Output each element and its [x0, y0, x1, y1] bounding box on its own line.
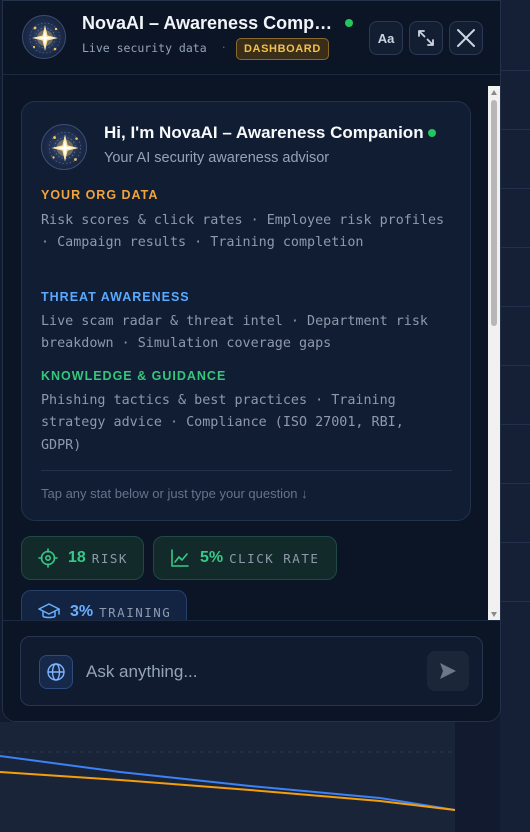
- click-rate-stat-chip[interactable]: 5% CLICK RATE: [153, 536, 337, 580]
- graduation-cap-icon: [38, 603, 60, 619]
- header-separator: ·: [222, 41, 226, 54]
- risk-value: 18: [68, 549, 86, 566]
- ask-input[interactable]: [86, 655, 416, 689]
- click-rate-value: 5%: [200, 549, 224, 566]
- welcome-subtitle: Your AI security awareness advisor: [104, 150, 330, 166]
- training-value: 3%: [70, 603, 94, 620]
- online-status-dot: [428, 129, 436, 137]
- chat-input-area: [3, 620, 500, 721]
- welcome-title: Hi, I'm NovaAI – Awareness Companion: [104, 123, 424, 142]
- font-size-button[interactable]: Aa: [369, 21, 403, 55]
- globe-icon: [47, 663, 65, 681]
- novaai-avatar: [41, 124, 87, 170]
- training-stat-chip[interactable]: 3% TRAINING: [21, 590, 187, 620]
- risk-stat-chip[interactable]: 18 RISK: [21, 536, 144, 580]
- close-icon: [457, 29, 475, 47]
- scrollbar[interactable]: [488, 86, 500, 621]
- scrollbar-thumb[interactable]: [491, 100, 497, 326]
- chat-panel: NovaAI – Awareness Companion Live securi…: [2, 0, 501, 722]
- font-size-label: Aa: [377, 30, 395, 46]
- training-label: TRAINING: [99, 604, 172, 620]
- send-icon: [440, 663, 456, 679]
- click-rate-label: CLICK RATE: [229, 550, 320, 566]
- close-button[interactable]: [449, 21, 483, 55]
- background-line-chart: [0, 722, 456, 832]
- expand-icon: [418, 30, 434, 46]
- sparkle-icon: [49, 132, 81, 164]
- section-body-threat-awareness: Live scam radar & threat intel · Departm…: [41, 314, 428, 352]
- scroll-up-arrow-icon[interactable]: [491, 90, 497, 95]
- welcome-card: Hi, I'm NovaAI – Awareness Companion You…: [21, 101, 471, 521]
- background-right-strip: [500, 0, 530, 832]
- header-subtitle: Live security data: [82, 41, 207, 55]
- card-divider: [41, 470, 452, 471]
- line-chart-icon: [171, 549, 189, 567]
- chat-messages-area[interactable]: Hi, I'm NovaAI – Awareness Companion You…: [3, 76, 500, 620]
- section-heading-org-data: YOUR ORG DATA: [41, 188, 159, 202]
- card-hint: Tap any stat below or just type your que…: [41, 486, 308, 501]
- section-heading-knowledge-guidance: KNOWLEDGE & GUIDANCE: [41, 369, 227, 383]
- scroll-down-arrow-icon[interactable]: [491, 612, 497, 617]
- section-body-org-data: Risk scores & click rates · Employee ris…: [41, 213, 445, 251]
- expand-button[interactable]: [409, 21, 443, 55]
- novaai-avatar: [22, 15, 66, 59]
- online-status-dot: [345, 19, 353, 27]
- dashboard-badge[interactable]: DASHBOARD: [236, 38, 329, 60]
- risk-label: RISK: [91, 550, 128, 566]
- chat-header: NovaAI – Awareness Companion Live securi…: [3, 1, 500, 75]
- section-body-knowledge-guidance: Phishing tactics & best practices · Trai…: [41, 393, 404, 453]
- chat-input-box: [20, 636, 483, 706]
- section-heading-threat-awareness: THREAT AWARENESS: [41, 290, 190, 304]
- target-icon: [38, 548, 58, 568]
- sparkle-icon: [29, 22, 61, 54]
- header-title: NovaAI – Awareness Companion: [82, 13, 342, 33]
- send-button[interactable]: [427, 651, 469, 691]
- web-search-toggle[interactable]: [39, 655, 73, 689]
